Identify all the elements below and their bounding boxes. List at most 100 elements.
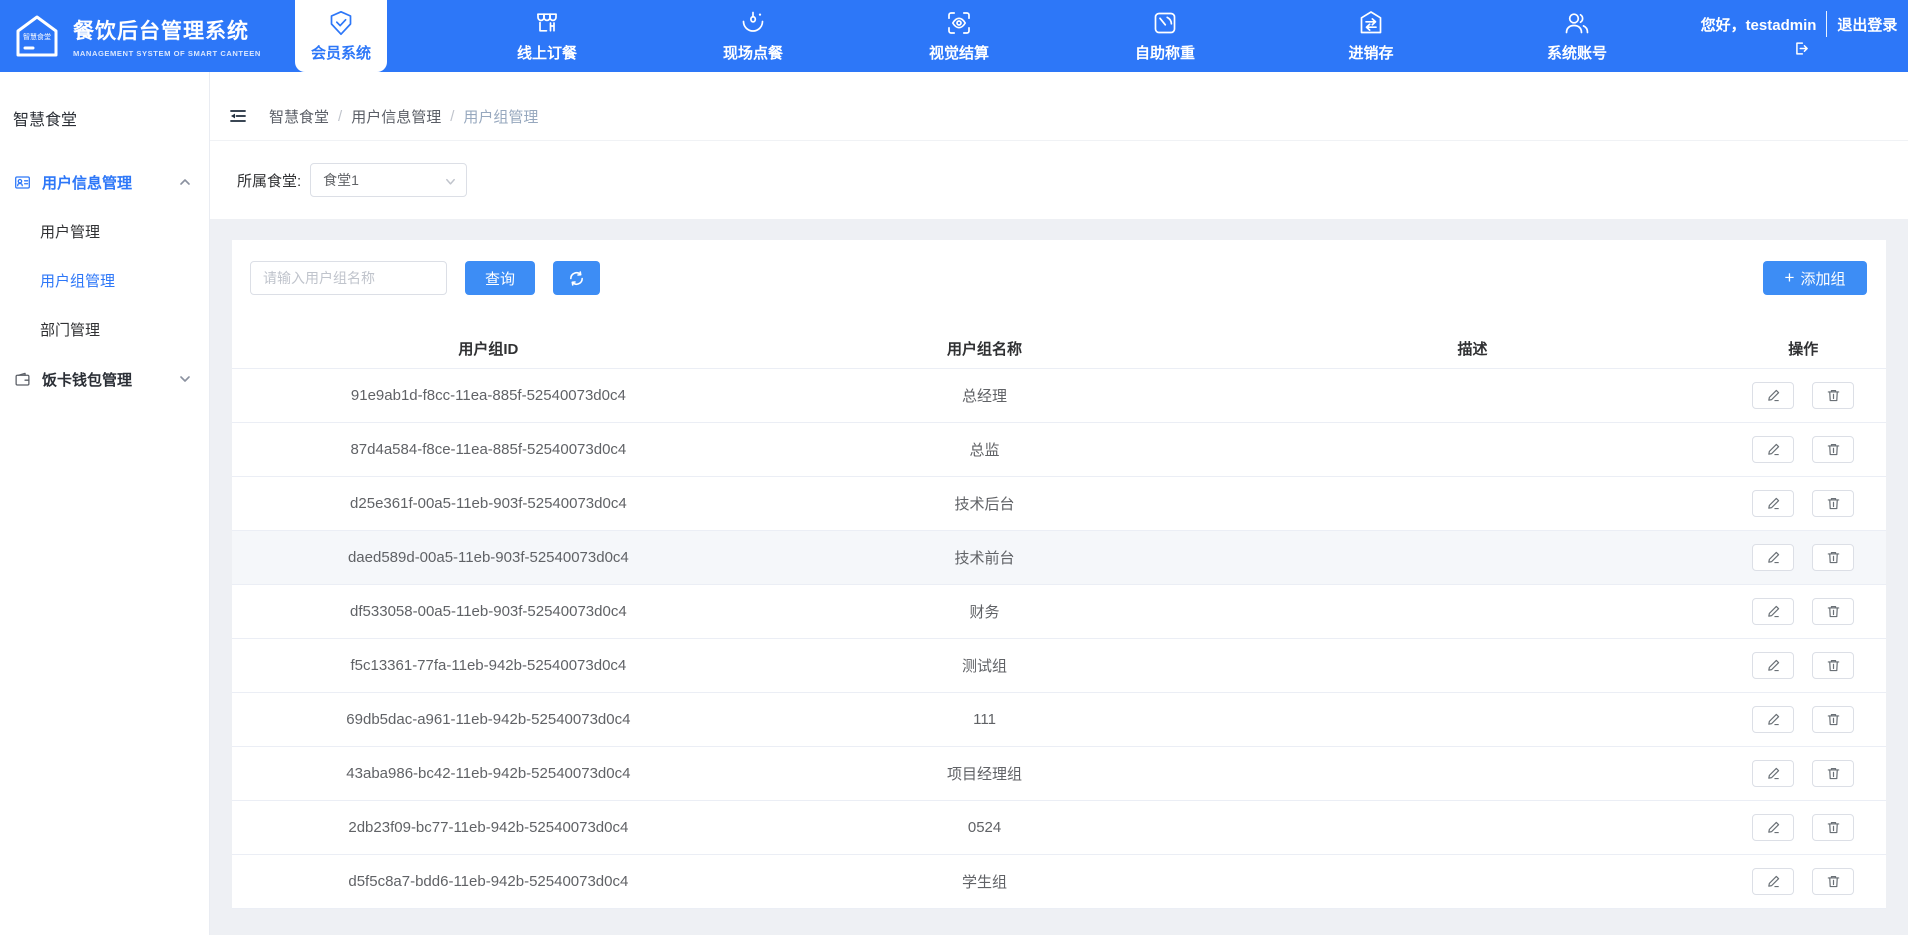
delete-button[interactable]: [1812, 814, 1854, 841]
table-row: 91e9ab1d-f8cc-11ea-885f-52540073d0c4 总经理: [232, 368, 1886, 422]
cell-group-id: daed589d-00a5-11eb-903f-52540073d0c4: [232, 530, 745, 584]
edit-button[interactable]: [1752, 868, 1794, 895]
delete-button[interactable]: [1812, 652, 1854, 679]
cell-group-id: d5f5c8a7-bdd6-11eb-942b-52540073d0c4: [232, 854, 745, 908]
logout-icon: [1794, 41, 1809, 56]
trash-icon: [1826, 496, 1841, 511]
edit-button[interactable]: [1752, 490, 1794, 517]
cell-group-id: 2db23f09-bc77-11eb-942b-52540073d0c4: [232, 800, 745, 854]
cell-actions: [1721, 638, 1886, 692]
logo-area: 智慧食堂 餐饮后台管理系统 MANAGEMENT SYSTEM OF SMART…: [0, 0, 295, 72]
table-row: f5c13361-77fa-11eb-942b-52540073d0c4 测试组: [232, 638, 1886, 692]
sidebar-item-department-management[interactable]: 部门管理: [0, 305, 209, 354]
user-group-card: 查询 + 添加组 用户组ID 用户组名称: [232, 240, 1886, 909]
canteen-select-value: 食堂1: [323, 170, 359, 190]
refresh-button[interactable]: [553, 261, 600, 295]
delete-button[interactable]: [1812, 598, 1854, 625]
table-row: 2db23f09-bc77-11eb-942b-52540073d0c4 052…: [232, 800, 1886, 854]
sidebar-fold-icon[interactable]: [228, 106, 248, 126]
sidebar: 智慧食堂 用户信息管理 用户管理 用户组管理 部门管理 饭卡钱包管理: [0, 72, 210, 935]
canteen-select[interactable]: 食堂1: [310, 163, 467, 197]
cell-description: [1224, 638, 1720, 692]
search-button[interactable]: 查询: [465, 261, 535, 295]
storefront-icon: [533, 9, 561, 37]
nav-tab-member-system[interactable]: 会员系统: [295, 0, 387, 72]
delete-button[interactable]: [1812, 490, 1854, 517]
group-name-search-input[interactable]: [250, 261, 447, 295]
sidebar-item-label: 部门管理: [40, 319, 100, 340]
edit-icon: [1766, 550, 1781, 565]
logo-badge-text: 智慧食堂: [23, 32, 51, 41]
edit-button[interactable]: [1752, 598, 1794, 625]
edit-button[interactable]: [1752, 814, 1794, 841]
table-row: daed589d-00a5-11eb-903f-52540073d0c4 技术前…: [232, 530, 1886, 584]
self-weigh-icon: [1151, 9, 1179, 37]
inventory-icon: [1357, 9, 1385, 37]
sidebar-item-meal-card-wallet[interactable]: 饭卡钱包管理: [0, 354, 209, 404]
delete-button[interactable]: [1812, 760, 1854, 787]
nav-tab-vision-checkout[interactable]: 视觉结算: [913, 0, 1005, 72]
edit-icon: [1766, 604, 1781, 619]
user-area: 您好，testadmin退出登录: [1700, 11, 1908, 61]
table-row: 43aba986-bc42-11eb-942b-52540073d0c4 项目经…: [232, 746, 1886, 800]
delete-button[interactable]: [1812, 544, 1854, 571]
nav-tab-label: 自助称重: [1135, 42, 1195, 63]
cell-description: [1224, 422, 1720, 476]
breadcrumb-item-user-info[interactable]: 用户信息管理: [351, 106, 441, 127]
cell-actions: [1721, 800, 1886, 854]
cell-group-id: df533058-00a5-11eb-903f-52540073d0c4: [232, 584, 745, 638]
cell-description: [1224, 746, 1720, 800]
trash-icon: [1826, 388, 1841, 403]
cell-actions: [1721, 476, 1886, 530]
delete-button[interactable]: [1812, 382, 1854, 409]
edit-button[interactable]: [1752, 544, 1794, 571]
delete-button[interactable]: [1812, 868, 1854, 895]
cell-group-name: 111: [745, 692, 1225, 746]
sidebar-item-label: 饭卡钱包管理: [42, 369, 132, 390]
edit-button[interactable]: [1752, 382, 1794, 409]
cell-actions: [1721, 422, 1886, 476]
column-header-group-name: 用户组名称: [745, 330, 1225, 368]
breadcrumb: 智慧食堂 / 用户信息管理 / 用户组管理: [269, 106, 538, 127]
nav-tab-label: 现场点餐: [723, 42, 783, 63]
delete-button[interactable]: [1812, 436, 1854, 463]
delete-button[interactable]: [1812, 706, 1854, 733]
header-divider: [1826, 11, 1827, 37]
nav-tab-self-weigh[interactable]: 自助称重: [1119, 0, 1211, 72]
cell-description: [1224, 476, 1720, 530]
trash-icon: [1826, 874, 1841, 889]
cell-actions: [1721, 692, 1886, 746]
breadcrumb-separator: /: [450, 108, 454, 125]
sidebar-item-user-info-management[interactable]: 用户信息管理: [0, 157, 209, 207]
table-row: d5f5c8a7-bdd6-11eb-942b-52540073d0c4 学生组: [232, 854, 1886, 908]
trash-icon: [1826, 658, 1841, 673]
edit-button[interactable]: [1752, 436, 1794, 463]
cell-group-name: 学生组: [745, 854, 1225, 908]
cell-group-id: 69db5dac-a961-11eb-942b-52540073d0c4: [232, 692, 745, 746]
add-group-label: 添加组: [1800, 268, 1845, 289]
nav-tab-system-accounts[interactable]: 系统账号: [1531, 0, 1623, 72]
dine-in-icon: [739, 9, 767, 37]
edit-icon: [1766, 442, 1781, 457]
nav-tab-dine-in[interactable]: 现场点餐: [707, 0, 799, 72]
table-row: 87d4a584-f8ce-11ea-885f-52540073d0c4 总监: [232, 422, 1886, 476]
sidebar-item-user-management[interactable]: 用户管理: [0, 207, 209, 256]
edit-button[interactable]: [1752, 706, 1794, 733]
edit-button[interactable]: [1752, 760, 1794, 787]
refresh-icon: [568, 270, 585, 287]
edit-button[interactable]: [1752, 652, 1794, 679]
sidebar-item-user-group-management[interactable]: 用户组管理: [0, 256, 209, 305]
cell-description: [1224, 854, 1720, 908]
nav-tab-inventory[interactable]: 进销存: [1325, 0, 1417, 72]
nav-tab-label: 进销存: [1348, 42, 1393, 63]
cell-group-id: f5c13361-77fa-11eb-942b-52540073d0c4: [232, 638, 745, 692]
system-accounts-icon: [1563, 9, 1591, 37]
nav-tab-online-order[interactable]: 线上订餐: [501, 0, 593, 72]
add-group-button[interactable]: + 添加组: [1763, 261, 1867, 295]
breadcrumb-item-current: 用户组管理: [463, 106, 538, 127]
toolbar: 查询 + 添加组: [232, 240, 1886, 295]
edit-icon: [1766, 388, 1781, 403]
breadcrumb-item-home[interactable]: 智慧食堂: [269, 106, 329, 127]
cell-group-name: 项目经理组: [745, 746, 1225, 800]
column-header-actions: 操作: [1721, 330, 1886, 368]
